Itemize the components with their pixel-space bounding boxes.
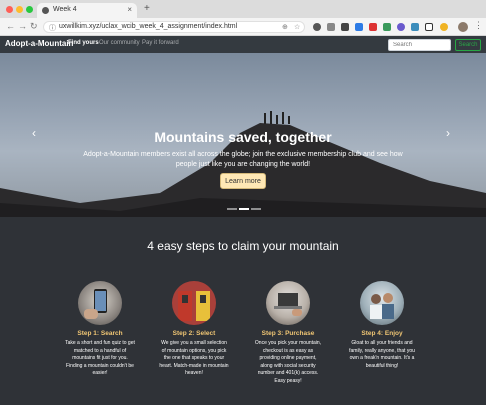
- profile-avatar[interactable]: [458, 22, 468, 32]
- nav-pay-it-forward[interactable]: Pay it forward: [142, 40, 179, 46]
- search-button[interactable]: Search: [455, 39, 481, 51]
- reload-icon[interactable]: ↻: [30, 21, 38, 32]
- bookmark-star-icon[interactable]: ☆: [294, 23, 300, 31]
- hero-title: Mountains saved, together: [154, 129, 332, 145]
- new-tab-button[interactable]: +: [144, 3, 150, 14]
- close-window-icon[interactable]: [6, 6, 13, 13]
- extension-icon[interactable]: [440, 23, 448, 31]
- address-url[interactable]: uxwillkim.xyz/uclax_wcib_week_4_assignme…: [59, 23, 237, 30]
- search-input[interactable]: [388, 39, 451, 51]
- extension-icon[interactable]: [397, 23, 405, 31]
- browser-toolbar: ← → ↻ ⓘ uxwillkim.xyz/uclax_wcib_week_4_…: [0, 18, 486, 36]
- step-text: We give you a small selection of mountai…: [159, 340, 229, 376]
- extension-icon[interactable]: [327, 23, 335, 31]
- carousel-prev-icon[interactable]: ‹: [32, 126, 36, 140]
- hero-carousel: Mountains saved, together Adopt-a-Mounta…: [0, 53, 486, 217]
- extension-icon[interactable]: [313, 23, 321, 31]
- step-title: Step 4: Enjoy: [361, 330, 403, 337]
- step-title: Step 1: Search: [77, 330, 123, 337]
- tab-title: Week 4: [53, 6, 77, 13]
- step-card: Step 2: Select We give you a small selec…: [159, 281, 229, 378]
- hero-text: Adopt-a-Mountain members exist all acros…: [83, 151, 403, 168]
- extension-icon[interactable]: [411, 23, 419, 31]
- forward-icon[interactable]: →: [18, 21, 27, 31]
- minimize-window-icon[interactable]: [16, 6, 23, 13]
- browser-tab[interactable]: Week 4 ×: [37, 3, 137, 18]
- learn-more-button[interactable]: Learn more: [220, 173, 266, 189]
- step-text: Gloat to all your friends and family, re…: [349, 340, 415, 369]
- carousel-indicator[interactable]: [251, 208, 261, 210]
- browser-menu-icon[interactable]: ⋮: [474, 20, 483, 31]
- nav-find-yours[interactable]: Find yours: [68, 40, 99, 46]
- carousel-indicator[interactable]: [227, 208, 237, 210]
- steps-heading: 4 easy steps to claim your mountain: [147, 239, 339, 253]
- site-navbar: Adopt-a-Mountain Find yours Our communit…: [0, 36, 486, 53]
- checkbox-extension-icon[interactable]: [425, 23, 433, 31]
- step-title: Step 2: Select: [172, 330, 216, 337]
- laptop-photo: [266, 281, 310, 325]
- info-icon[interactable]: ⓘ: [49, 23, 56, 33]
- nav-our-community[interactable]: Our community: [99, 40, 140, 46]
- address-bar[interactable]: ⓘ uxwillkim.xyz/uclax_wcib_week_4_assign…: [43, 21, 305, 33]
- friends-photo: [360, 281, 404, 325]
- phone-photo: [78, 281, 122, 325]
- extension-icon[interactable]: [383, 23, 391, 31]
- carousel-indicator-active[interactable]: [239, 208, 249, 210]
- step-title: Step 3: Purchase: [261, 330, 315, 337]
- extension-icon[interactable]: [341, 23, 349, 31]
- extension-icon[interactable]: [355, 23, 363, 31]
- close-tab-icon[interactable]: ×: [127, 5, 132, 14]
- step-text: Take a short and fun quiz to get matched…: [65, 340, 135, 376]
- step-card: Step 4: Enjoy Gloat to all your friends …: [347, 281, 417, 370]
- browser-tab-bar: Week 4 × +: [0, 0, 486, 18]
- back-icon[interactable]: ←: [6, 21, 15, 31]
- carousel-next-icon[interactable]: ›: [446, 126, 450, 140]
- step-card: Step 1: Search Take a short and fun quiz…: [65, 281, 135, 378]
- extension-icon[interactable]: [369, 23, 377, 31]
- zoom-icon[interactable]: ⊕: [282, 23, 288, 31]
- globe-icon: [42, 7, 49, 14]
- brand-logo[interactable]: Adopt-a-Mountain: [5, 39, 73, 48]
- doors-photo: [172, 281, 216, 325]
- step-text: Once you pick your mountain, checkout is…: [254, 340, 322, 384]
- maximize-window-icon[interactable]: [26, 6, 33, 13]
- step-card: Step 3: Purchase Once you pick your moun…: [253, 281, 323, 385]
